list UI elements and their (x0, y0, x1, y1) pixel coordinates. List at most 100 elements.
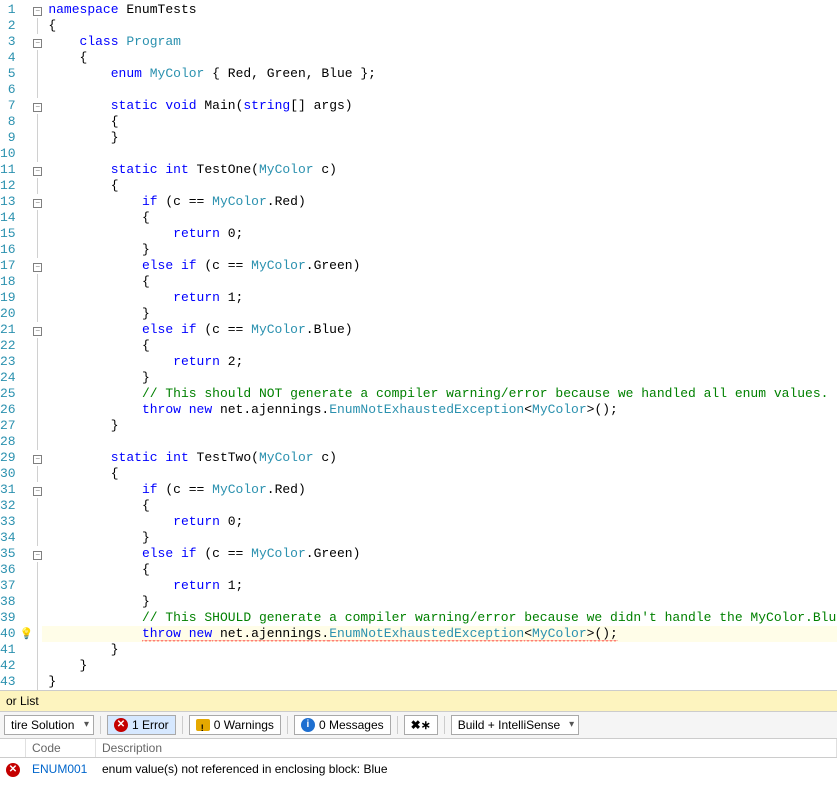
separator (182, 716, 183, 734)
code-line[interactable]: { (48, 50, 837, 66)
code-line[interactable]: if (c == MyColor.Red) (48, 482, 837, 498)
code-line[interactable]: } (48, 130, 837, 146)
col-desc[interactable]: Description (96, 739, 837, 757)
code-line[interactable]: // This SHOULD generate a compiler warni… (48, 610, 837, 626)
line-number: 37 (0, 578, 16, 594)
code-line[interactable]: } (48, 418, 837, 434)
code-line[interactable]: } (48, 530, 837, 546)
token: MyColor (212, 482, 267, 497)
error-code[interactable]: ENUM001 (26, 761, 96, 777)
code-line[interactable]: return 0; (48, 226, 837, 242)
warnings-filter-button[interactable]: 0 Warnings (189, 715, 281, 735)
code-area[interactable]: namespace EnumTests{ class Program { enu… (42, 0, 837, 690)
errors-filter-button[interactable]: ✕ 1 Error (107, 715, 176, 735)
code-line[interactable]: } (48, 594, 837, 610)
fold-guide (37, 50, 38, 66)
code-line[interactable]: { (48, 498, 837, 514)
code-line[interactable]: { (48, 18, 837, 34)
fold-guide (37, 66, 38, 82)
code-line[interactable]: namespace EnumTests (48, 2, 837, 18)
code-line[interactable] (48, 146, 837, 162)
code-line[interactable]: if (c == MyColor.Red) (48, 194, 837, 210)
code-line[interactable]: { (48, 114, 837, 130)
fold-toggle[interactable]: − (33, 487, 42, 496)
fold-guide (37, 82, 38, 98)
scope-combo[interactable]: tire Solution (4, 715, 94, 735)
code-line[interactable]: static int TestOne(MyColor c) (48, 162, 837, 178)
token: } (48, 674, 56, 689)
messages-filter-button[interactable]: i 0 Messages (294, 715, 391, 735)
code-line[interactable]: } (48, 642, 837, 658)
code-line[interactable]: throw new net.ajennings.EnumNotExhausted… (48, 402, 837, 418)
code-line[interactable]: enum MyColor { Red, Green, Blue }; (48, 66, 837, 82)
code-line[interactable]: else if (c == MyColor.Green) (48, 258, 837, 274)
col-code[interactable]: Code (26, 739, 96, 757)
code-line[interactable]: } (48, 242, 837, 258)
line-number: 34 (0, 530, 16, 546)
fold-guide (37, 434, 38, 450)
code-editor[interactable]: 1234567891011121314151617181920212223242… (0, 0, 837, 690)
fold-toggle[interactable]: − (33, 263, 42, 272)
fold-toggle[interactable]: − (33, 327, 42, 336)
line-number: 11 (0, 162, 16, 178)
token: } (142, 306, 150, 321)
code-line[interactable]: static void Main(string[] args) (48, 98, 837, 114)
code-line[interactable]: return 2; (48, 354, 837, 370)
code-line[interactable]: static int TestTwo(MyColor c) (48, 450, 837, 466)
lightbulb-icon[interactable]: 💡 (20, 629, 34, 641)
fold-toggle[interactable]: − (33, 39, 42, 48)
code-line[interactable]: else if (c == MyColor.Green) (48, 546, 837, 562)
token: static void (111, 98, 197, 113)
line-number-gutter: 1234567891011121314151617181920212223242… (0, 0, 20, 690)
warnings-count-label: 0 Warnings (214, 717, 274, 733)
code-line[interactable]: return 0; (48, 514, 837, 530)
fold-toggle[interactable]: − (33, 103, 42, 112)
fold-toggle[interactable]: − (33, 455, 42, 464)
token: MyColor (532, 402, 587, 417)
line-number: 35 (0, 546, 16, 562)
code-line[interactable]: } (48, 658, 837, 674)
source-combo[interactable]: Build + IntelliSense (451, 715, 579, 735)
panel-title: or List (0, 691, 837, 712)
line-number: 3 (0, 34, 16, 50)
code-line[interactable]: return 1; (48, 578, 837, 594)
code-line[interactable]: } (48, 674, 837, 690)
code-line[interactable]: class Program (48, 34, 837, 50)
fold-guide (37, 498, 38, 514)
token: } (142, 594, 150, 609)
code-line[interactable]: { (48, 466, 837, 482)
code-line[interactable]: { (48, 210, 837, 226)
clear-button[interactable]: ✖∗ (404, 715, 438, 735)
fold-guide (37, 466, 38, 482)
error-row[interactable]: ✕ENUM001enum value(s) not referenced in … (0, 758, 837, 780)
fold-guide (37, 146, 38, 162)
line-number: 2 (0, 18, 16, 34)
line-number: 28 (0, 434, 16, 450)
code-line[interactable]: { (48, 338, 837, 354)
token: return (173, 226, 220, 241)
code-line[interactable]: else if (c == MyColor.Blue) (48, 322, 837, 338)
fold-toggle[interactable]: − (33, 7, 42, 16)
code-line[interactable]: { (48, 562, 837, 578)
code-line[interactable]: // This should NOT generate a compiler w… (48, 386, 837, 402)
fold-toggle[interactable]: − (33, 551, 42, 560)
fold-toggle[interactable]: − (33, 167, 42, 176)
separator (100, 716, 101, 734)
errors-count-label: 1 Error (132, 717, 169, 733)
token: { (80, 50, 88, 65)
col-icon[interactable] (0, 739, 26, 757)
fold-guide (37, 306, 38, 322)
code-line[interactable] (48, 434, 837, 450)
code-line[interactable]: return 1; (48, 290, 837, 306)
warning-icon (196, 719, 210, 731)
token: if (142, 194, 158, 209)
fold-guide (37, 418, 38, 434)
code-line[interactable]: { (48, 274, 837, 290)
fold-gutter[interactable]: − − − − − − − − − − (33, 0, 42, 690)
code-line[interactable]: { (48, 178, 837, 194)
code-line[interactable]: } (48, 370, 837, 386)
fold-guide (37, 338, 38, 354)
code-line[interactable] (48, 82, 837, 98)
code-line[interactable]: } (48, 306, 837, 322)
fold-toggle[interactable]: − (33, 199, 42, 208)
